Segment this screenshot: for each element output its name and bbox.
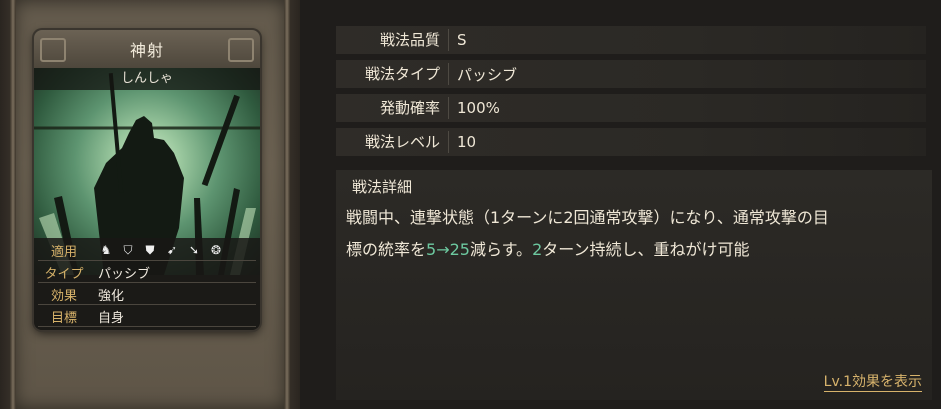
detail-value-highlight: 2 [532, 240, 543, 259]
cavalry-icon: ♞ [100, 243, 112, 257]
detail-text: 戦闘中、連撃状態（1ターンに2回通常攻撃）になり、通常攻撃の目 標の統率を5→2… [346, 202, 926, 266]
info-row-probability: 発動確率 100% [336, 94, 926, 122]
detail-line-2: 標の統率を5→25減らす。2ターン持続し、重ねがけ可能 [346, 234, 926, 266]
card-title: 神射 [34, 30, 260, 68]
detail-title: 戦法詳細 [352, 178, 413, 196]
stat-value: 強化 [98, 288, 125, 304]
shield-icon: ⛉ [123, 242, 133, 257]
tactic-card: 神射 しんしゃ 適用 ♞ ⛉ ⛊ ➹ ➘ ❂ タイプ パッシブ 効果 強化 目標… [34, 30, 260, 330]
detail-box: 戦法詳細 戦闘中、連撃状態（1ターンに2回通常攻撃）になり、通常攻撃の目 標の統… [336, 170, 932, 400]
info-label: 発動確率 [336, 97, 449, 119]
info-value: 10 [457, 133, 477, 151]
info-value: S [457, 31, 467, 49]
stat-key: 効果 [50, 288, 77, 304]
detail-line-1: 戦闘中、連撃状態（1ターンに2回通常攻撃）になり、通常攻撃の目 [346, 208, 829, 227]
info-label: 戦法品質 [336, 29, 449, 51]
shield-icon: ⛊ [145, 242, 155, 257]
scroll-edge-right [284, 0, 290, 409]
stat-row-applicable: 適用 ♞ ⛉ ⛊ ➹ ➘ ❂ [38, 240, 256, 261]
info-value: 100% [457, 99, 500, 117]
card-stats: 適用 ♞ ⛉ ⛊ ➹ ➘ ❂ タイプ パッシブ 効果 強化 目標 自身 [34, 238, 260, 330]
detail-text-part: 標の統率を [346, 240, 427, 259]
ornament-right-icon [228, 38, 254, 62]
spear-icon: ➘ [188, 243, 200, 257]
detail-text-part: ターン持続し、重ねがけ可能 [542, 240, 750, 259]
applicable-troops: ♞ ⛉ ⛊ ➹ ➘ ❂ [90, 242, 224, 258]
wheel-icon: ❂ [210, 243, 222, 257]
detail-text-part: 減らす。 [469, 240, 533, 259]
detail-value-highlight: 5→25 [426, 240, 470, 259]
tactic-name: 神射 [129, 41, 164, 60]
info-label: 戦法レベル [336, 131, 449, 153]
stat-row-target: 目標 自身 [38, 306, 256, 327]
bow-icon: ➹ [166, 243, 178, 257]
tactic-reading: しんしゃ [34, 68, 260, 90]
info-row-quality: 戦法品質 S [336, 26, 926, 54]
stat-key: タイプ [44, 266, 84, 282]
ornament-left-icon [40, 38, 66, 62]
stat-row-effect: 効果 強化 [38, 284, 256, 305]
info-row-type: 戦法タイプ パッシブ [336, 60, 926, 88]
info-label: 戦法タイプ [336, 63, 449, 85]
show-lv1-effect-link[interactable]: Lv.1効果を表示 [823, 371, 922, 392]
stat-row-type: タイプ パッシブ [38, 262, 256, 283]
stat-key: 適用 [50, 244, 77, 260]
info-value: パッシブ [457, 65, 518, 84]
stat-value: パッシブ [98, 266, 151, 282]
scroll-edge-left [10, 0, 16, 409]
info-row-level: 戦法レベル 10 [336, 128, 926, 156]
stat-key: 目標 [50, 310, 77, 326]
stat-value: 自身 [98, 310, 125, 326]
